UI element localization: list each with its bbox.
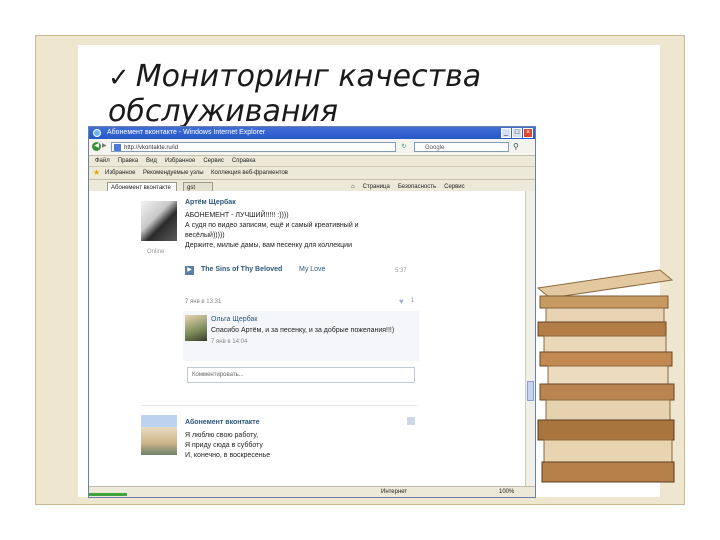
pin-icon[interactable] <box>407 417 415 425</box>
window-title: Абонемент вконтакте - Windows Internet E… <box>107 129 266 136</box>
zoom-level[interactable]: 100% <box>499 487 514 497</box>
maximize-button[interactable]: □ <box>512 128 522 138</box>
status-bar: Интернет 100% <box>89 486 535 497</box>
back-button[interactable]: ◀ <box>92 142 101 151</box>
post-line: Держите, милые дамы, вам песенку для кол… <box>185 242 352 249</box>
comment-text: Спасибо Артём, и за песенку, и за добрые… <box>211 327 395 334</box>
post-author-name[interactable]: Абонемент вконтакте <box>185 419 260 426</box>
forward-button[interactable]: ▶ <box>102 142 109 151</box>
suggested-sites-link[interactable]: Рекомендуемые узлы <box>143 167 204 179</box>
book-stack-icon <box>536 269 675 483</box>
post-line: И, конечно, в воскресенье <box>185 452 271 459</box>
search-icon[interactable]: ⚲ <box>513 142 519 152</box>
page-icon <box>114 144 121 151</box>
avatar[interactable] <box>141 201 177 241</box>
address-text: http://vkontakte.ru/id <box>124 145 179 151</box>
refresh-icon[interactable]: ↻ <box>399 142 409 152</box>
avatar[interactable] <box>185 315 207 341</box>
menu-item-favorites[interactable]: Избранное <box>165 156 195 166</box>
audio-artist[interactable]: The Sins of Thy Beloved <box>201 266 282 273</box>
slide-title: ✓ Мониторинг качества обслуживания <box>108 60 568 129</box>
audio-duration: 5:37 <box>395 268 407 274</box>
comment-input[interactable]: Комментировать... <box>187 367 415 383</box>
post-line: Я приду сюда в субботу <box>185 442 263 449</box>
comment-author[interactable]: Ольга Щербак <box>211 316 258 323</box>
window-controls: _ □ × <box>501 128 533 138</box>
post-author-name[interactable]: Артём Щербак <box>185 199 236 206</box>
play-icon[interactable]: ▶ <box>185 266 194 275</box>
post-line: Я люблю свою работу, <box>185 432 259 439</box>
favorites-link[interactable]: Избранное <box>105 167 135 179</box>
like-count: 1 <box>411 298 415 304</box>
book-stack-image <box>536 269 675 483</box>
menu-item-help[interactable]: Справка <box>232 156 256 166</box>
check-icon: ✓ <box>108 63 130 93</box>
address-bar[interactable]: http://vkontakte.ru/id <box>111 142 396 152</box>
heart-icon[interactable]: ♥ <box>399 297 404 306</box>
post-date[interactable]: 7 янв в 13:31 <box>185 299 221 305</box>
post-line: АБОНЕМЕНТ - ЛУЧШИЙ!!!!! :)))) <box>185 212 289 219</box>
comment-date[interactable]: 7 янв в 14:04 <box>211 339 247 345</box>
menu-item-edit[interactable]: Правка <box>118 156 138 166</box>
post-line: весёлый))))) <box>185 232 225 239</box>
menu-item-view[interactable]: Вид <box>146 156 157 166</box>
post-text: АБОНЕМЕНТ - ЛУЧШИЙ!!!!! :)))) А судя по … <box>185 211 359 251</box>
star-icon[interactable]: ★ <box>93 167 100 179</box>
progress-bar <box>89 493 127 496</box>
ie-icon <box>93 129 101 137</box>
menu-item-tools[interactable]: Сервис <box>203 156 224 166</box>
favorites-bar: ★ Избранное Рекомендуемые узлы Коллекция… <box>89 167 535 180</box>
menu-item-file[interactable]: Файл <box>95 156 110 166</box>
slide-title-text: Мониторинг качества обслуживания <box>108 59 482 129</box>
menu-bar: Файл Правка Вид Избранное Сервис Справка <box>89 156 535 167</box>
web-slice-link[interactable]: Коллекция веб-фрагментов <box>211 167 288 179</box>
close-button[interactable]: × <box>523 128 533 138</box>
address-row: ◀ ▶ http://vkontakte.ru/id ↻ Google ⚲ <box>89 139 535 156</box>
minimize-button[interactable]: _ <box>501 128 511 138</box>
browser-window: Абонемент вконтакте - Windows Internet E… <box>88 126 536 498</box>
zone-label: Интернет <box>381 489 408 495</box>
avatar[interactable] <box>141 415 177 455</box>
post-text: Я люблю свою работу, Я приду сюда в субб… <box>185 431 270 461</box>
search-placeholder: Google <box>425 145 445 151</box>
page-content: Online Артём Щербак АБОНЕМЕНТ - ЛУЧШИЙ!!… <box>89 191 527 487</box>
post-author[interactable]: Артём Щербак <box>185 199 236 206</box>
search-input[interactable]: Google <box>414 142 509 152</box>
titlebar: Абонемент вконтакте - Windows Internet E… <box>89 127 535 139</box>
divider <box>141 405 417 406</box>
online-status: Online <box>147 249 165 255</box>
audio-song[interactable]: My Love <box>299 266 325 273</box>
post-line: А судя по видео записям, ещё и самый кре… <box>185 222 359 229</box>
